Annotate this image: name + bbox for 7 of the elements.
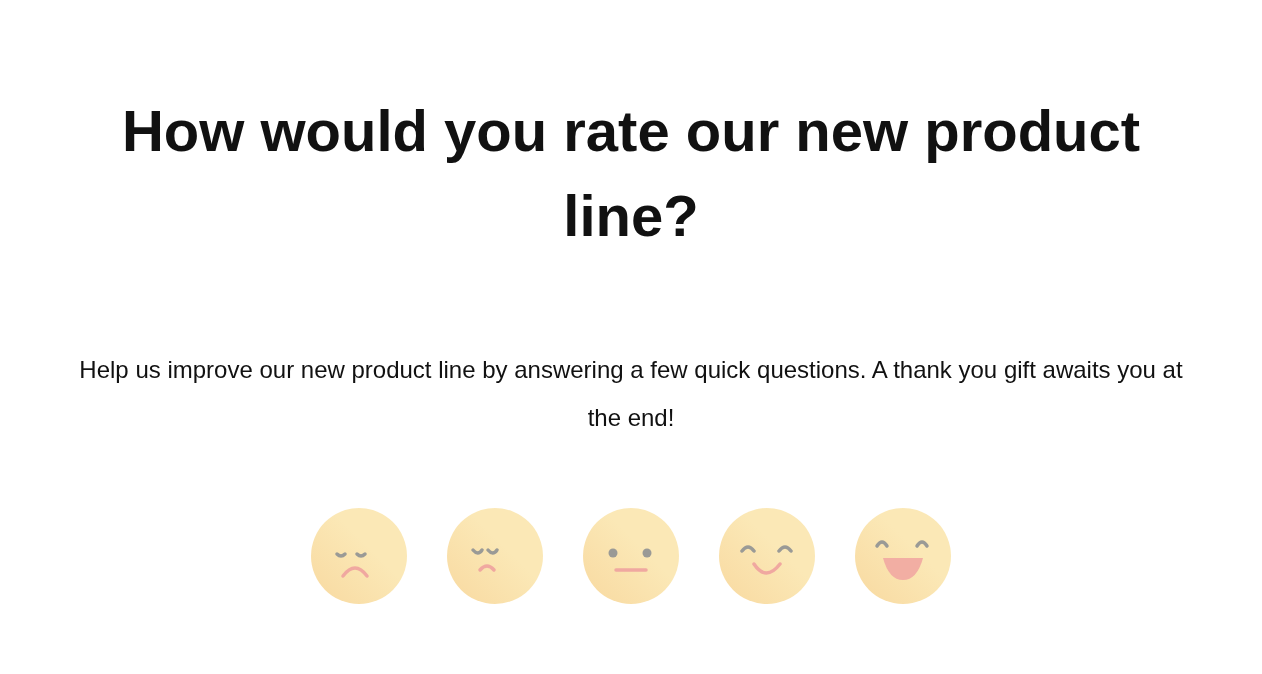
survey-title: How would you rate our new product line? xyxy=(121,97,1141,250)
smiling-face-icon[interactable] xyxy=(719,508,815,604)
frowning-face-icon[interactable] xyxy=(311,508,407,604)
survey-description: Help us improve our new product line by answering a few quick questions. A thank you gift awaits you at the end! xyxy=(78,355,1184,433)
laughing-face-icon[interactable] xyxy=(855,508,951,604)
sad-face-icon[interactable] xyxy=(447,508,543,604)
neutral-face-icon[interactable] xyxy=(583,508,679,604)
